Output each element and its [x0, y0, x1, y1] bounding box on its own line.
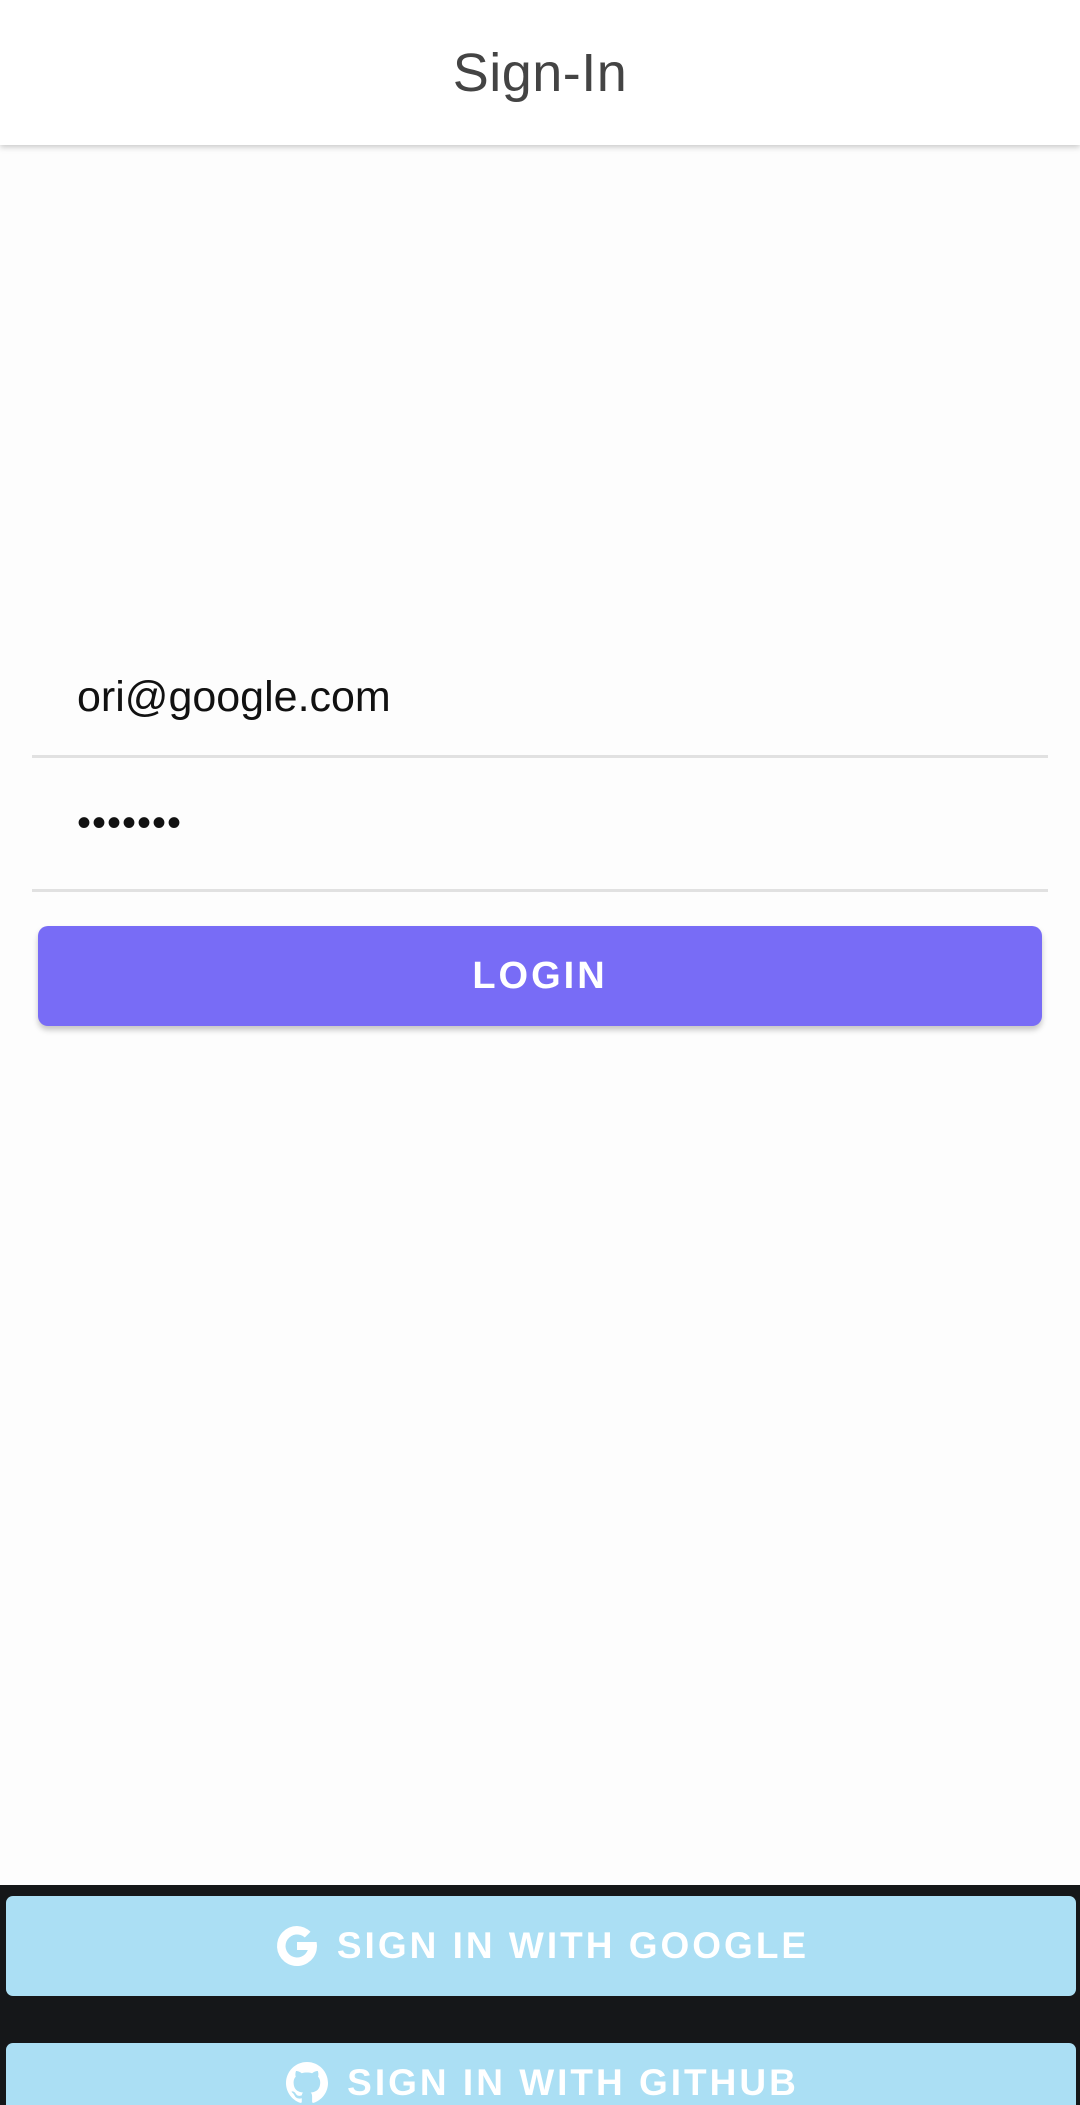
- github-button-label: SIGN IN WITH GITHUB: [347, 2062, 799, 2103]
- email-input[interactable]: [32, 673, 1048, 722]
- sign-in-screen: Sign-In LOGIN SIGN IN WITH GOOGLE SIGN I…: [0, 0, 1080, 2105]
- app-bar: Sign-In: [0, 0, 1080, 145]
- github-icon: [283, 2059, 331, 2105]
- google-g-icon: [273, 1922, 321, 1970]
- google-button-label: SIGN IN WITH GOOGLE: [336, 1925, 810, 1966]
- page-title: Sign-In: [452, 42, 628, 103]
- sign-in-with-google-button[interactable]: SIGN IN WITH GOOGLE: [6, 1896, 1076, 1996]
- email-field: [32, 640, 1048, 758]
- sign-in-with-github-button[interactable]: SIGN IN WITH GITHUB: [6, 2043, 1076, 2105]
- password-field: [32, 758, 1048, 892]
- password-input[interactable]: [32, 801, 1048, 846]
- login-button[interactable]: LOGIN: [38, 926, 1042, 1026]
